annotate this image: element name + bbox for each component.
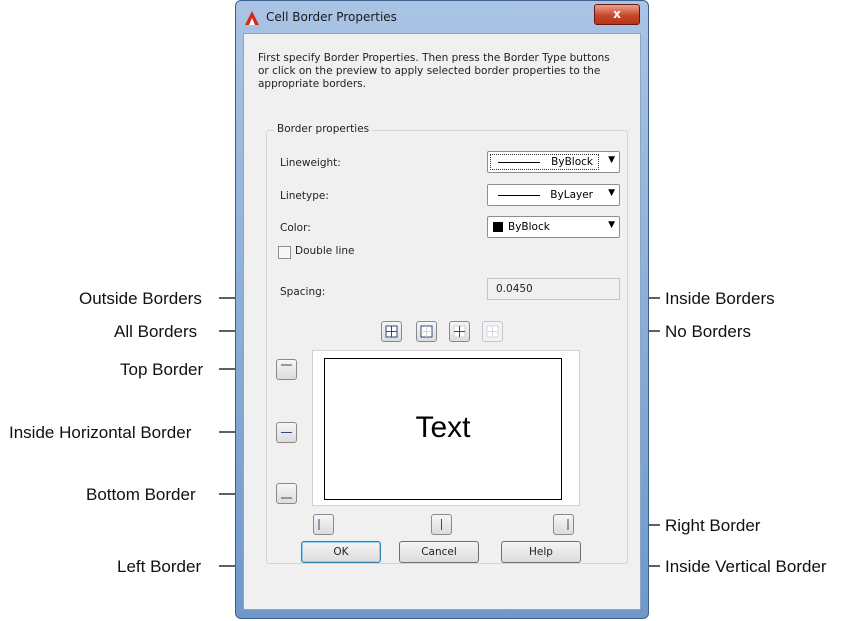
top-border-button[interactable] [276,359,297,380]
color-label: Color: [280,222,311,234]
close-button[interactable]: x [594,4,640,25]
chevron-down-icon: ▼ [608,155,615,165]
inside-vertical-border-icon [441,519,442,530]
callout-inside-vertical-border: Inside Vertical Border [665,557,827,576]
help-button[interactable]: Help [501,541,581,563]
cancel-button[interactable]: Cancel [399,541,479,563]
double-line-label: Double line [295,245,355,257]
right-border-icon [567,519,569,530]
right-border-button[interactable] [553,514,574,535]
inside-horizontal-border-button[interactable] [276,422,297,443]
dialog-window: Cell Border Properties x First specify B… [235,0,649,619]
instructions-text: First specify Border Properties. Then pr… [258,52,610,90]
callout-bottom-border: Bottom Border [86,485,196,504]
line-sample [498,195,540,196]
no-borders-button[interactable] [482,321,503,342]
inside-borders-icon [453,325,466,338]
outside-borders-icon [420,325,433,338]
inside-borders-button[interactable] [449,321,470,342]
ok-button[interactable]: OK [301,541,381,563]
linetype-value: ByLayer [550,189,593,201]
inside-horizontal-border-icon [281,432,292,433]
linetype-label: Linetype: [280,190,329,202]
close-icon: x [613,7,621,21]
double-line-checkbox[interactable] [278,246,291,259]
inside-vertical-border-button[interactable] [431,514,452,535]
outside-borders-button[interactable] [416,321,437,342]
lineweight-select[interactable]: ByBlock ▼ [487,151,620,173]
title-bar: Cell Border Properties x [236,1,648,33]
callout-left-border: Left Border [117,557,202,576]
color-value: ByBlock [508,221,550,233]
lineweight-label: Lineweight: [280,157,341,169]
callout-outside-borders: Outside Borders [79,289,202,308]
chevron-down-icon: ▼ [608,188,615,198]
color-swatch [493,222,503,232]
lineweight-value: ByBlock [551,156,593,168]
callout-top-border: Top Border [120,360,204,379]
dialog-title: Cell Border Properties [266,10,397,24]
no-borders-icon [486,325,499,338]
dialog-client-area: First specify Border Properties. Then pr… [243,33,641,610]
left-border-icon [318,519,320,530]
autocad-a-icon [245,11,259,25]
bottom-border-button[interactable] [276,483,297,504]
all-borders-icon [385,325,398,338]
callout-inside-borders: Inside Borders [665,289,775,308]
callout-no-borders: No Borders [665,322,751,341]
callout-inside-horizontal-border: Inside Horizontal Border [9,423,192,442]
left-border-button[interactable] [313,514,334,535]
callout-all-borders: All Borders [114,322,198,341]
spacing-label: Spacing: [280,286,326,298]
preview-text: Text [415,411,471,444]
all-borders-button[interactable] [381,321,402,342]
line-sample [498,162,540,163]
preview-cell[interactable]: Text [324,358,562,500]
color-select[interactable]: ByBlock ▼ [487,216,620,238]
top-border-icon [281,364,292,366]
callout-right-border: Right Border [665,516,761,535]
spacing-input[interactable]: 0.0450 [487,278,620,300]
linetype-select[interactable]: ByLayer ▼ [487,184,620,206]
border-properties-title: Border properties [274,123,373,135]
bottom-border-icon [281,497,292,499]
chevron-down-icon: ▼ [608,220,615,230]
